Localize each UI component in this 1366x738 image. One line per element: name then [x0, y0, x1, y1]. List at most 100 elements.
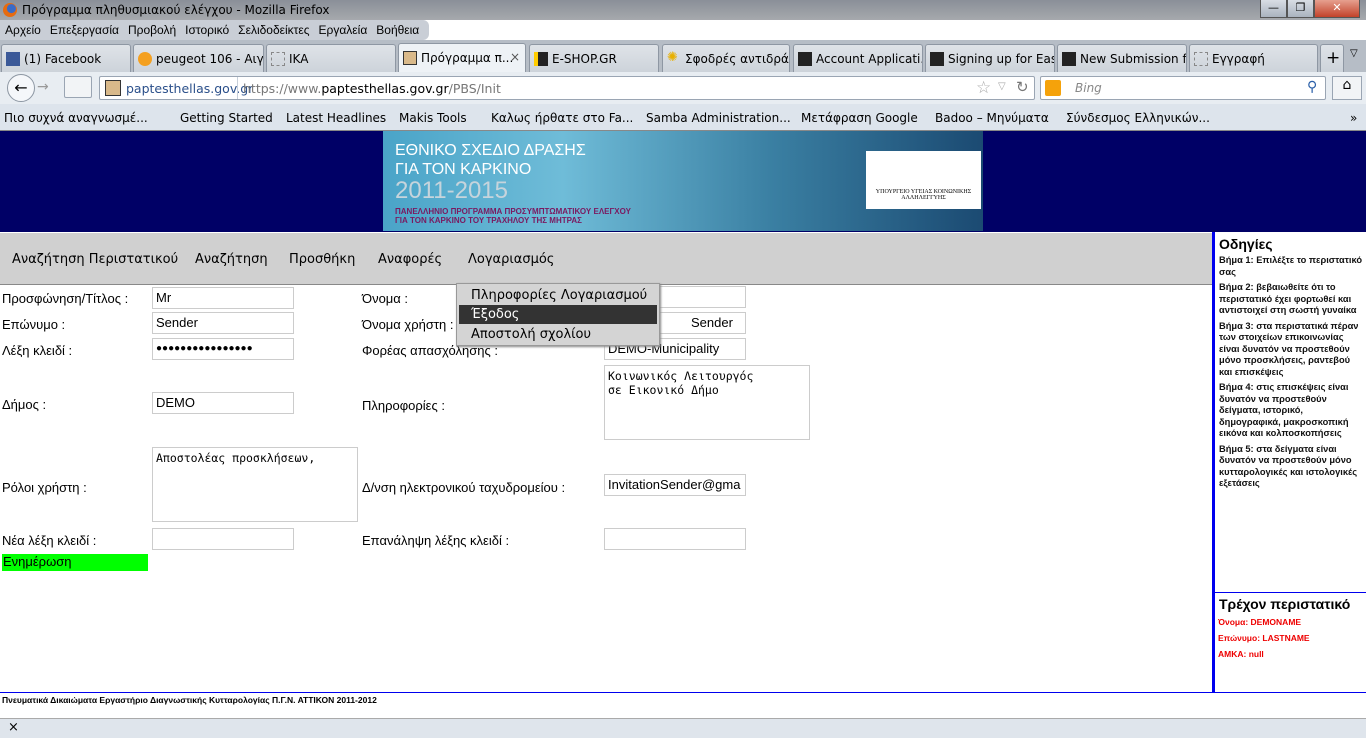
bookmark-most-visited[interactable]: Πιο συχνά αναγνωσμέ...: [4, 111, 148, 125]
addons-button[interactable]: [64, 76, 92, 98]
title-label: Προσφώνηση/Τίτλος :: [2, 291, 129, 306]
tab-list-icon[interactable]: ▽: [1350, 48, 1358, 59]
site-identity[interactable]: paptesthellas.gov.gr: [126, 81, 253, 96]
window-title: Πρόγραμμα πληθυσμιακού ελέγχου - Mozilla…: [22, 3, 330, 17]
banner-subtitle-2: ΓΙΑ ΤΟΝ ΚΑΡΚΙΝΟ ΤΟΥ ΤΡΑΧΗΛΟΥ ΤΗΣ ΜΗΤΡΑΣ: [395, 216, 582, 225]
tab-programma[interactable]: Πρόγραμμα π... ×: [398, 43, 526, 73]
tab-facebook[interactable]: (1) Facebook: [1, 44, 131, 72]
forward-button[interactable]: →: [37, 79, 49, 95]
tab-eggrafi[interactable]: Εγγραφή: [1189, 44, 1318, 72]
instructions-title: Οδηγίες: [1219, 236, 1273, 252]
tab-account[interactable]: Account Applicati...: [793, 44, 923, 72]
history-dropdown-icon[interactable]: ▽: [998, 81, 1006, 92]
menu-bar: Αρχείο Επεξεργασία Προβολή Ιστορικό Σελιδοδε…: [0, 20, 430, 40]
search-bar[interactable]: Bing ⚲: [1040, 76, 1326, 100]
tab-submission[interactable]: New Submission f...: [1057, 44, 1187, 72]
bookmarks-toolbar: Πιο συχνά αναγνωσμέ... Getting Started L…: [0, 104, 1366, 131]
account-dropdown: Πληροφορίες Λογαριασμού Έξοδος Αποστολή …: [456, 283, 660, 346]
info-label: Πληροφορίες :: [362, 398, 445, 413]
repeat-password-input[interactable]: [604, 528, 746, 550]
status-bar: ×: [0, 718, 1366, 738]
site-icon: [1062, 52, 1076, 66]
ministry-logo: ΥΠΟΥΡΓΕΙΟ ΥΓΕΙΑΣ ΚΟΙΝΩΝΙΚΗΣ ΑΛΛΗΛΕΓΓΥΗΣ: [866, 151, 981, 209]
username-label: Όνομα χρήστη :: [362, 317, 454, 332]
tab-peugeot[interactable]: peugeot 106 - Αιγ...: [133, 44, 264, 72]
bookmark-google-translate[interactable]: Μετάφραση Google: [801, 111, 918, 125]
lastname-label: Επώνυμο :: [2, 317, 66, 332]
new-password-label: Νέα λέξη κλειδί :: [2, 533, 97, 548]
site-icon: [930, 52, 944, 66]
menu-history[interactable]: Ιστορικό: [180, 20, 233, 40]
title-input[interactable]: Mr: [152, 287, 294, 309]
nav-reports[interactable]: Αναφορές: [378, 252, 442, 267]
copyright-footer: Πνευματικά Δικαιώματα Εργαστήριο Διαγνωσ…: [2, 695, 377, 705]
nav-search[interactable]: Αναζήτηση: [195, 252, 268, 267]
bing-icon: [1045, 80, 1061, 96]
step-3: Βήμα 3: στα περιστατικά πέραν των στοιχε…: [1219, 320, 1359, 377]
menu-bookmarks[interactable]: Σελιδοδείκτες: [233, 20, 313, 40]
menu-item-send-feedback[interactable]: Αποστολή σχολίου: [459, 325, 657, 344]
bookmark-latest-headlines[interactable]: Latest Headlines: [286, 111, 386, 125]
title-bar: Πρόγραμμα πληθυσμιακού ελέγχου - Mozilla…: [0, 0, 1366, 20]
menu-item-account-info[interactable]: Πληροφορίες Λογαριασμού: [459, 286, 657, 305]
olx-icon: [138, 52, 152, 66]
update-button[interactable]: Ενημέρωση: [2, 554, 148, 571]
step-2: Βήμα 2: βεβαιωθείτε ότι το περιστατικό έ…: [1219, 282, 1357, 315]
minimize-button[interactable]: —: [1260, 0, 1287, 18]
bookmark-badoo[interactable]: Badoo – Μηνύματα: [935, 111, 1049, 125]
eshop-icon: [534, 52, 548, 66]
roles-textarea[interactable]: Αποστολέας προσκλήσεων,: [152, 447, 358, 522]
close-tab-icon[interactable]: ×: [510, 50, 520, 64]
name-label: Όνομα :: [362, 291, 409, 306]
step-5: Βήμα 5: στα δείγματα είναι δυνατόν να πρ…: [1219, 443, 1358, 489]
close-button[interactable]: ✕: [1314, 0, 1360, 18]
current-case-title: Τρέχον περιστατικό: [1219, 596, 1351, 612]
maximize-button[interactable]: ❐: [1287, 0, 1314, 18]
email-input[interactable]: InvitationSender@gma: [604, 474, 746, 496]
search-input[interactable]: Bing: [1075, 81, 1102, 95]
reload-icon[interactable]: ↻: [1016, 78, 1029, 96]
new-tab-button[interactable]: +: [1320, 44, 1344, 72]
menu-help[interactable]: Βοήθεια: [371, 20, 423, 40]
banner-title-1: ΕΘΝΙΚΟ ΣΧΕΔΙΟ ΔΡΑΣΗΣ: [395, 142, 586, 159]
bookmark-makis-tools[interactable]: Makis Tools: [399, 111, 467, 125]
lastname-input[interactable]: Sender: [152, 312, 294, 334]
close-addon-bar-icon[interactable]: ×: [8, 720, 19, 735]
facebook-icon: [6, 52, 20, 66]
site-icon: [105, 80, 121, 96]
blank-page-icon: [271, 52, 285, 66]
bookmark-samba[interactable]: Samba Administration...: [646, 111, 791, 125]
banner-years: 2011-2015: [395, 177, 508, 204]
back-button[interactable]: ←: [7, 74, 35, 102]
bookmark-getting-started[interactable]: Getting Started: [180, 111, 273, 125]
banner: ΕΘΝΙΚΟ ΣΧΕΔΙΟ ΔΡΑΣΗΣ ΓΙΑ ΤΟΝ ΚΑΡΚΙΝΟ 2011…: [383, 131, 983, 231]
menu-edit[interactable]: Επεξεργασία: [45, 20, 123, 40]
nav-account[interactable]: Λογαριασμός: [468, 252, 554, 267]
sun-icon: ✺: [667, 50, 678, 65]
menu-tools[interactable]: Εργαλεία: [314, 20, 372, 40]
tab-sfodres[interactable]: ✺ Σφοδρές αντιδρά...: [662, 44, 790, 72]
info-textarea[interactable]: Κοινωνικός Λειτουργός σε Εικονικό Δήμο: [604, 365, 810, 440]
bookmark-star-icon[interactable]: ☆: [976, 78, 991, 98]
more-bookmarks-icon[interactable]: »: [1350, 111, 1357, 125]
blank-page-icon: [1194, 52, 1208, 66]
search-icon[interactable]: ⚲: [1307, 79, 1317, 95]
nav-search-case[interactable]: Αναζήτηση Περιστατικού: [12, 252, 178, 267]
url-bar[interactable]: paptesthellas.gov.gr https://www.paptest…: [99, 76, 1035, 100]
tab-ika[interactable]: IKA: [266, 44, 396, 72]
municipality-input[interactable]: DEMO: [152, 392, 294, 414]
password-input[interactable]: ●●●●●●●●●●●●●●●●: [152, 338, 294, 360]
url-text[interactable]: https://www.paptesthellas.gov.gr/PBS/Ini…: [243, 81, 501, 96]
bookmark-syndesmos[interactable]: Σύνδεσμος Ελληνικών...: [1066, 111, 1210, 125]
home-button[interactable]: ⌂: [1332, 76, 1362, 100]
bookmark-facebook[interactable]: Καλως ήρθατε στο Fa...: [491, 111, 633, 125]
step-4: Βήμα 4: στις επισκέψεις είναι δυνατόν να…: [1219, 382, 1349, 438]
menu-item-logout[interactable]: Έξοδος: [459, 305, 657, 324]
tab-eshop[interactable]: E-SHOP.GR: [529, 44, 659, 72]
menu-view[interactable]: Προβολή: [123, 20, 180, 40]
tab-signing[interactable]: Signing up for Eas...: [925, 44, 1055, 72]
current-name: Όνομα: DEMONAME: [1218, 617, 1302, 627]
new-password-input[interactable]: [152, 528, 294, 550]
nav-add[interactable]: Προσθήκη: [289, 252, 355, 267]
menu-file[interactable]: Αρχείο: [0, 20, 45, 40]
